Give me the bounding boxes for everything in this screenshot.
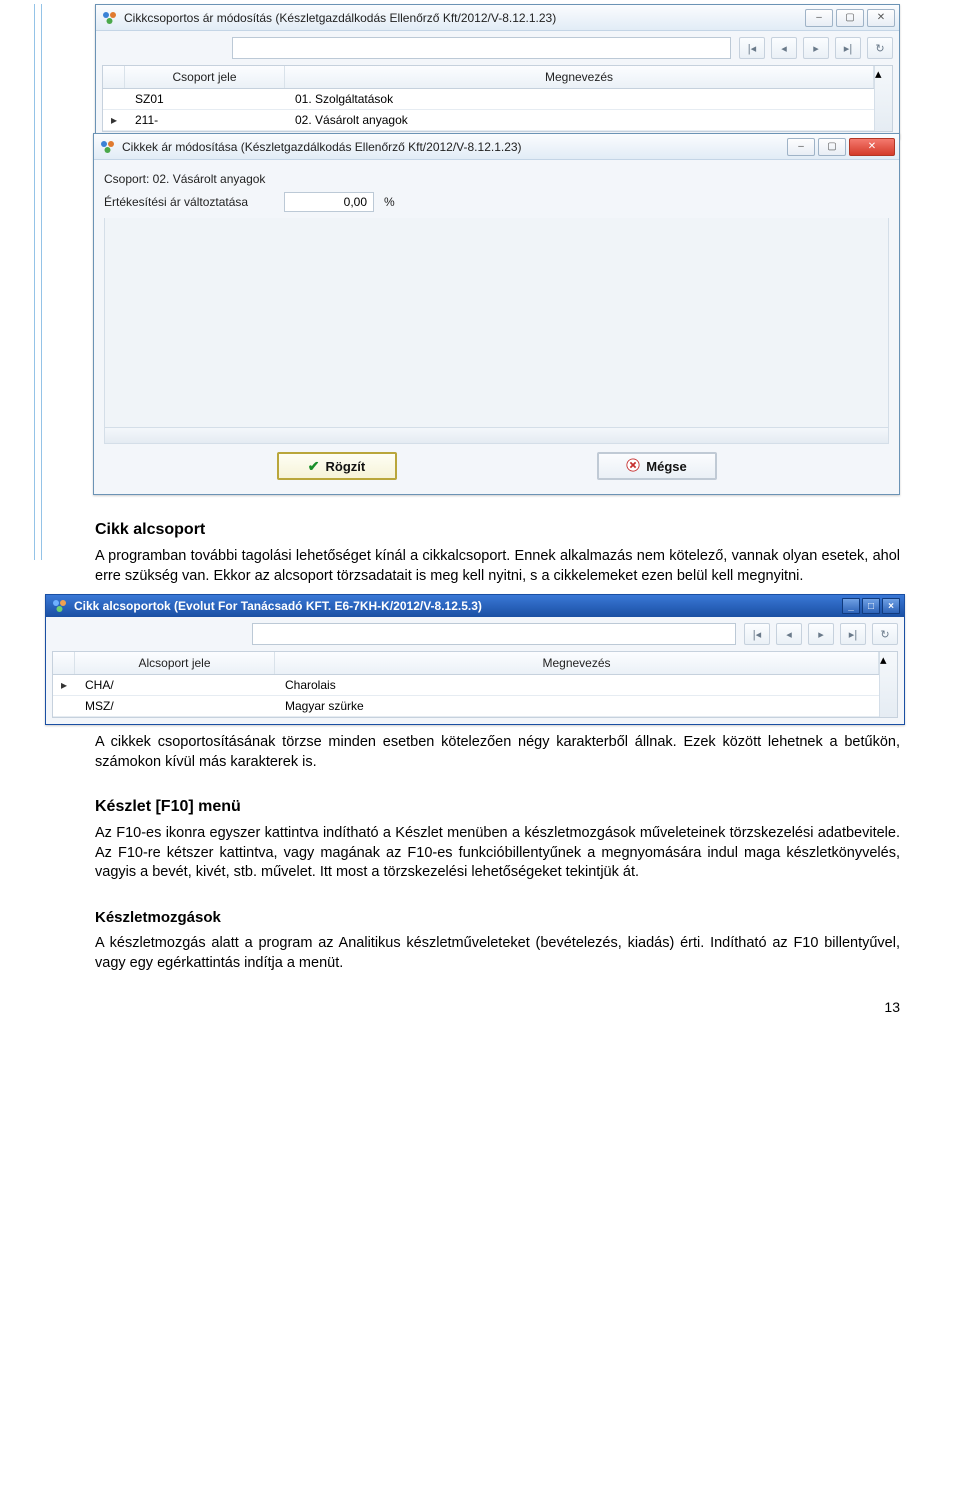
heading-keszletmozgasok: Készletmozgások (95, 909, 900, 926)
col-header-name[interactable]: Megnevezés (285, 66, 874, 88)
filter-input[interactable] (232, 37, 731, 59)
window-minimize-button[interactable]: – (787, 138, 815, 156)
col-header-code[interactable]: Alcsoport jele (75, 652, 275, 674)
nav-prev-button[interactable]: ◂ (771, 37, 797, 59)
window-maximize-button[interactable]: ▢ (836, 9, 864, 27)
app-icon (102, 10, 118, 26)
table-row[interactable]: ▸ CHA/ Charolais (53, 675, 879, 696)
nav-first-button[interactable]: |◂ (739, 37, 765, 59)
nav-prev-button[interactable]: ◂ (776, 623, 802, 645)
group-label: Csoport: 02. Vásárolt anyagok (104, 172, 274, 186)
paragraph: A készletmozgás alatt a program az Anali… (95, 934, 900, 973)
table-row[interactable]: MSZ/ Magyar szürke (53, 696, 879, 717)
window-maximize-button[interactable]: ▢ (818, 138, 846, 156)
vertical-scrollbar[interactable]: ▴ (874, 66, 892, 131)
content-pane (104, 218, 889, 428)
nav-refresh-button[interactable]: ↻ (867, 37, 893, 59)
window-close-button[interactable]: ✕ (867, 9, 895, 27)
nav-last-button[interactable]: ▸| (835, 37, 861, 59)
heading-keszlet-f10: Készlet [F10] menü (95, 798, 900, 816)
table-row[interactable]: SZ01 01. Szolgáltatások (103, 89, 874, 110)
horizontal-scrollbar[interactable] (104, 428, 889, 444)
nav-refresh-button[interactable]: ↻ (872, 623, 898, 645)
window-close-button[interactable]: × (882, 598, 900, 614)
nav-next-button[interactable]: ▸ (803, 37, 829, 59)
app-icon (52, 598, 68, 614)
window-cikkcsoportos-ar: Cikkcsoportos ár módosítás (Készletgazdá… (95, 4, 900, 139)
col-header-code[interactable]: Csoport jele (125, 66, 285, 88)
nav-first-button[interactable]: |◂ (744, 623, 770, 645)
page-number: 13 (95, 999, 900, 1015)
nav-next-button[interactable]: ▸ (808, 623, 834, 645)
subgroup-grid: Alcsoport jele Megnevezés ▸ CHA/ Charola… (52, 651, 898, 718)
window-maximize-button[interactable]: □ (862, 598, 880, 614)
col-header-name[interactable]: Megnevezés (275, 652, 879, 674)
doc-left-margin (34, 4, 42, 560)
price-change-input[interactable] (284, 192, 374, 212)
paragraph: Az F10-es ikonra egyszer kattintva indít… (95, 824, 900, 883)
percent-label: % (384, 195, 395, 209)
close-icon (626, 458, 640, 475)
window-title: Cikkcsoportos ár módosítás (Készletgazdá… (124, 11, 556, 25)
window-cikkek-ar-modositasa: Cikkek ár módosítása (Készletgazdálkodás… (93, 133, 900, 495)
window-cikk-alcsoportok: Cikk alcsoportok (Evolut For Tanácsadó K… (45, 594, 905, 725)
vertical-scrollbar[interactable]: ▴ (879, 652, 897, 717)
window-minimize-button[interactable]: _ (842, 598, 860, 614)
check-icon: ✔ (308, 458, 320, 475)
nav-last-button[interactable]: ▸| (840, 623, 866, 645)
app-icon (100, 139, 116, 155)
group-grid: Csoport jele Megnevezés SZ01 01. Szolgál… (102, 65, 893, 132)
cancel-button[interactable]: Mégse (597, 452, 717, 480)
window-title: Cikkek ár módosítása (Készletgazdálkodás… (122, 140, 522, 154)
save-button[interactable]: ✔ Rögzít (277, 452, 397, 480)
window-title: Cikk alcsoportok (Evolut For Tanácsadó K… (74, 599, 482, 613)
filter-input[interactable] (252, 623, 736, 645)
heading-cikk-alcsoport: Cikk alcsoport (95, 521, 900, 539)
price-change-label: Értékesítési ár változtatása (104, 195, 274, 209)
table-row[interactable]: ▸ 211- 02. Vásárolt anyagok (103, 110, 874, 131)
paragraph: A cikkek csoportosításának törzse minden… (95, 733, 900, 772)
paragraph: A programban további tagolási lehetősége… (95, 547, 900, 586)
window-minimize-button[interactable]: – (805, 9, 833, 27)
window-close-button[interactable]: ✕ (849, 138, 895, 156)
